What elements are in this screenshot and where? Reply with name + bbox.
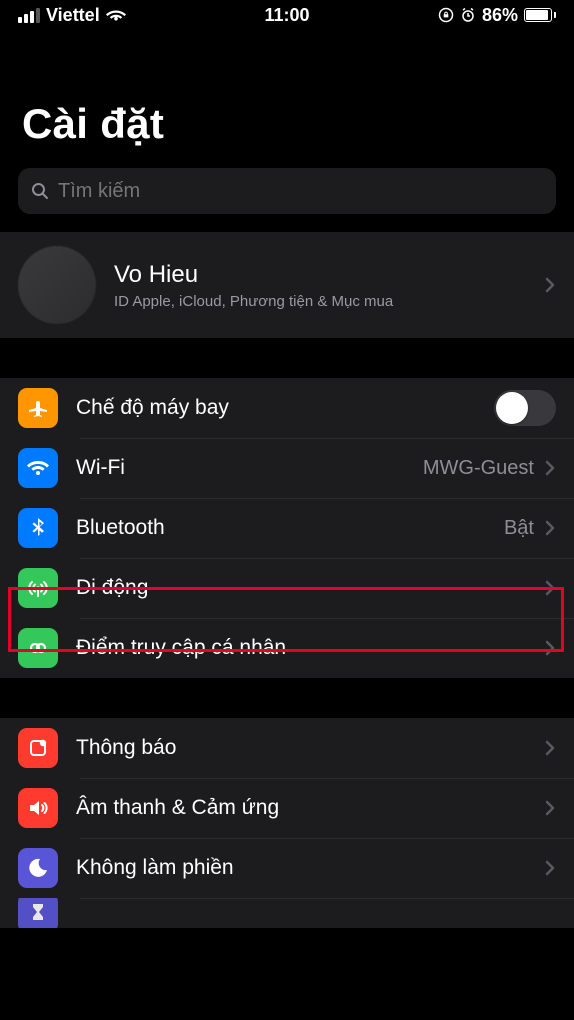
moon-icon [18, 848, 58, 888]
hotspot-label: Điểm truy cập cá nhân [76, 636, 286, 660]
wifi-value: MWG-Guest [423, 457, 534, 480]
notifications-label: Thông báo [76, 736, 176, 760]
search-icon [30, 181, 50, 201]
chevron-right-icon [544, 639, 556, 657]
chevron-right-icon [544, 459, 556, 477]
airplane-mode-toggle[interactable] [494, 390, 556, 426]
chevron-right-icon [544, 519, 556, 537]
hotspot-row[interactable]: Điểm truy cập cá nhân [0, 618, 574, 678]
bluetooth-label: Bluetooth [76, 516, 165, 540]
profile-name: Vo Hieu [114, 261, 393, 289]
cellular-label: Di động [76, 576, 148, 600]
general-group: Thông báo Âm thanh & Cảm ứng Không làm p… [0, 718, 574, 928]
sound-label: Âm thanh & Cảm ứng [76, 796, 279, 820]
network-group: Chế độ máy bay Wi-Fi MWG-Guest Bluetooth… [0, 378, 574, 678]
bluetooth-value: Bật [504, 517, 534, 540]
chevron-right-icon [544, 859, 556, 877]
dnd-row[interactable]: Không làm phiền [0, 838, 574, 898]
airplane-mode-label: Chế độ máy bay [76, 396, 229, 420]
profile-subtitle: ID Apple, iCloud, Phương tiện & Mục mua [114, 293, 393, 310]
hotspot-icon [18, 628, 58, 668]
wifi-label: Wi-Fi [76, 456, 125, 480]
airplane-mode-row[interactable]: Chế độ máy bay [0, 378, 574, 438]
hourglass-icon [18, 898, 58, 928]
cellular-row[interactable]: Di động [0, 558, 574, 618]
screen-time-row[interactable] [0, 898, 574, 928]
sound-row[interactable]: Âm thanh & Cảm ứng [0, 778, 574, 838]
notifications-icon [18, 728, 58, 768]
chevron-right-icon [544, 799, 556, 817]
dnd-label: Không làm phiền [76, 856, 234, 880]
apple-id-row[interactable]: Vo Hieu ID Apple, iCloud, Phương tiện & … [0, 232, 574, 338]
page-title: Cài đặt [22, 100, 552, 148]
airplane-icon [18, 388, 58, 428]
avatar [18, 246, 96, 324]
status-bar: Viettel 11:00 86% [0, 0, 574, 30]
bluetooth-icon [18, 508, 58, 548]
wifi-settings-icon [18, 448, 58, 488]
search-input[interactable] [58, 180, 544, 203]
wifi-row[interactable]: Wi-Fi MWG-Guest [0, 438, 574, 498]
search-bar[interactable] [18, 168, 556, 214]
clock: 11:00 [0, 5, 574, 26]
cellular-icon [18, 568, 58, 608]
chevron-right-icon [544, 739, 556, 757]
chevron-right-icon [544, 579, 556, 597]
chevron-right-icon [544, 276, 556, 294]
notifications-row[interactable]: Thông báo [0, 718, 574, 778]
battery-icon [524, 8, 556, 22]
sound-icon [18, 788, 58, 828]
bluetooth-row[interactable]: Bluetooth Bật [0, 498, 574, 558]
